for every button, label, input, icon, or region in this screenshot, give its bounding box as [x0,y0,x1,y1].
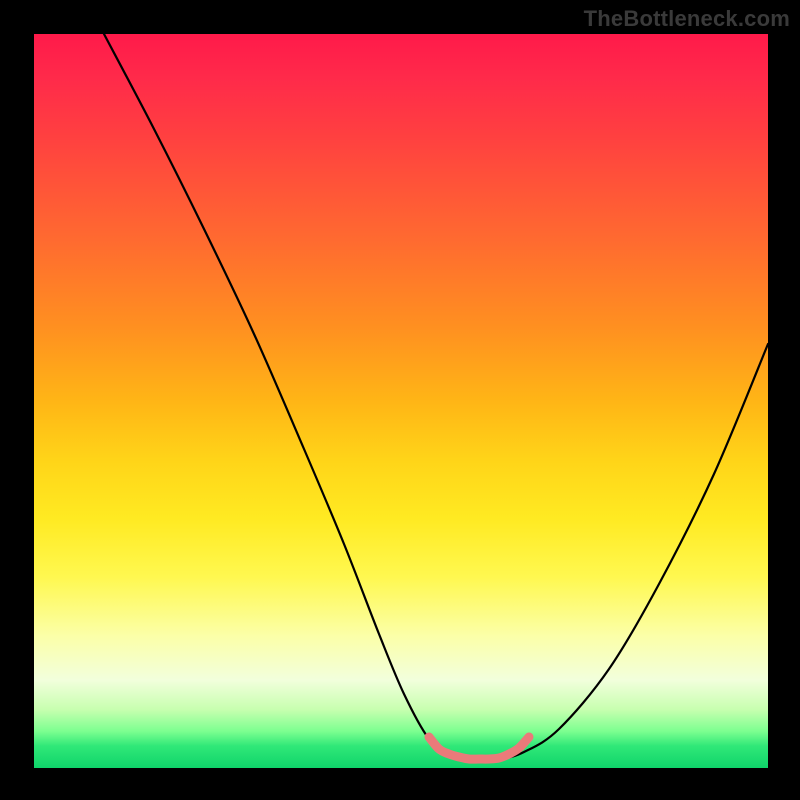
optimal-range-highlight [429,737,529,759]
bottleneck-curve [104,34,768,760]
curve-layer [34,34,768,768]
plot-area [34,34,768,768]
chart-frame: TheBottleneck.com [0,0,800,800]
watermark-text: TheBottleneck.com [584,6,790,32]
